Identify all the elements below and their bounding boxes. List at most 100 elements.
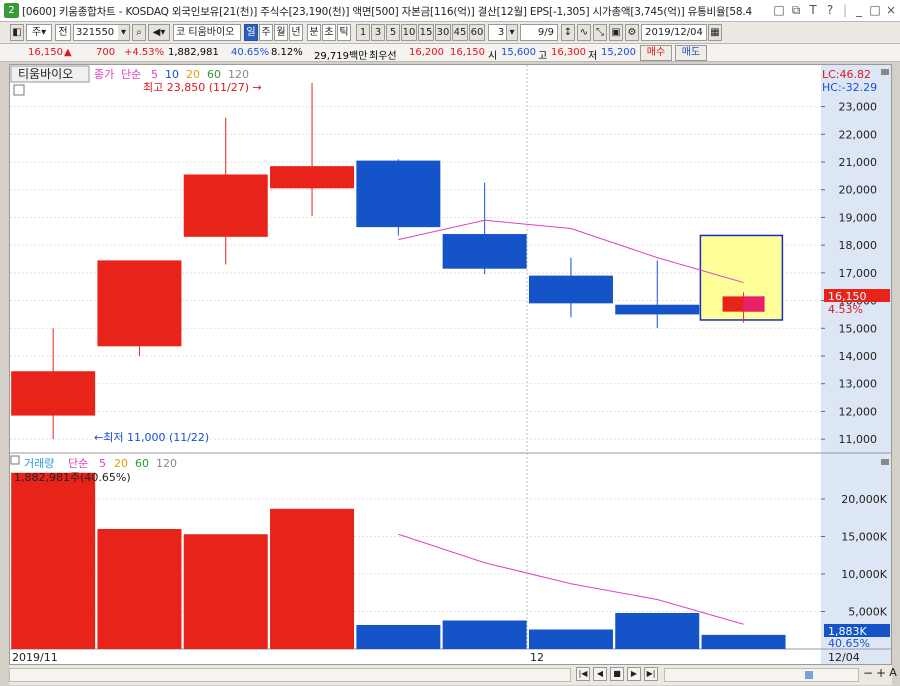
minimize-button[interactable]: _ xyxy=(852,3,866,18)
volume-legend-ma-label: 단순 xyxy=(68,457,88,470)
first-page-button[interactable]: |◀ xyxy=(576,667,590,681)
price-tick-label: 11,000 xyxy=(839,433,878,446)
market-prefix: 코 xyxy=(176,27,186,38)
price-tick-label: 18,000 xyxy=(839,239,878,252)
stock-code-value: 321550 xyxy=(76,27,115,38)
indicator-icon[interactable]: ⤡ xyxy=(593,24,607,41)
sell-button[interactable]: 매도 xyxy=(675,45,707,61)
low-price: 15,200 xyxy=(601,47,636,58)
prev-button[interactable]: ◀ xyxy=(593,667,607,681)
date-input[interactable]: 2019/12/04 xyxy=(641,24,707,41)
price-tick-label: 17,000 xyxy=(839,267,878,280)
chart-settings-icon[interactable]: ∿ xyxy=(577,24,591,41)
x-label-nov: 2019/11 xyxy=(12,651,58,664)
price-legend-ma5: 5 xyxy=(151,68,158,81)
stop-button[interactable]: ■ xyxy=(610,667,624,681)
price-legend-ma20: 20 xyxy=(186,68,200,81)
search-icon[interactable]: ⌕ xyxy=(132,24,146,41)
high-label: 고 xyxy=(538,51,548,62)
interval-15[interactable]: 15 xyxy=(418,24,434,41)
chart-canvas[interactable]: 23,000 22,000 21,000 20,000 19,000 18,000 17,0… xyxy=(10,65,891,664)
high-price: 16,300 xyxy=(551,47,586,58)
restore-icon[interactable]: □ xyxy=(772,3,786,18)
candle-body xyxy=(183,174,268,237)
candle-body xyxy=(615,304,700,315)
interval-30[interactable]: 30 xyxy=(435,24,451,41)
volume-legend-ma5: 5 xyxy=(99,457,106,470)
price-tick-label: 19,000 xyxy=(839,211,878,224)
price-change-pct: +4.53% xyxy=(124,47,165,58)
price-change: 700 xyxy=(96,47,116,58)
interval-3[interactable]: 3 xyxy=(371,24,385,41)
last-page-button[interactable]: ▶| xyxy=(644,667,658,681)
speaker-icon[interactable]: ◀▾ xyxy=(148,24,170,41)
zoom-slider[interactable] xyxy=(664,668,859,682)
separator-icon: | xyxy=(842,3,848,17)
chart-area[interactable]: 23,000 22,000 21,000 20,000 19,000 18,000 17,0… xyxy=(9,64,892,665)
price-legend-close: 종가 xyxy=(94,68,114,81)
interval-1[interactable]: 1 xyxy=(356,24,370,41)
volume-panel-icon[interactable] xyxy=(10,455,20,465)
interval-60[interactable]: 60 xyxy=(469,24,485,41)
close-button[interactable]: × xyxy=(884,3,898,18)
chevron-down-icon[interactable]: ▾ xyxy=(506,24,518,41)
x-label-date: 12/04 xyxy=(828,651,860,664)
volume-value-label: 1,882,981주(40.65%) xyxy=(14,471,131,484)
interval-45[interactable]: 45 xyxy=(452,24,468,41)
tab-second[interactable]: 초 xyxy=(322,24,336,41)
window-title: [0600] 키움종합차트 - KOSDAQ 외국인보유[21(천)] 주식수[… xyxy=(22,6,752,18)
tab-tick[interactable]: 틱 xyxy=(337,24,351,41)
zoom-slider-thumb[interactable] xyxy=(805,671,813,679)
price-tick-label: 21,000 xyxy=(839,156,878,169)
grid-toggle-icon[interactable] xyxy=(13,84,25,96)
horizontal-scrollbar[interactable] xyxy=(9,668,571,682)
scroll-icon[interactable]: ↕ xyxy=(561,24,575,41)
tab-year[interactable]: 년 xyxy=(289,24,303,41)
open-label: 시 xyxy=(488,51,498,62)
zoom-out-button[interactable]: − xyxy=(861,667,875,681)
interval-10[interactable]: 10 xyxy=(401,24,417,41)
chevron-down-icon[interactable]: ▾ xyxy=(118,24,130,41)
volume-tick-label: 15,000K xyxy=(841,531,887,544)
price-tick-label: 14,000 xyxy=(839,350,878,363)
toolbar: ◧ 주▾ 전 321550 ▾ ⌕ ◀▾ 코 티움바이오 일 주 월 년 분 초… xyxy=(0,22,900,44)
volume-bar xyxy=(11,472,96,649)
font-icon[interactable]: T xyxy=(806,3,820,18)
price-tick-label: 22,000 xyxy=(839,128,878,141)
open-price: 15,600 xyxy=(501,47,536,58)
help-icon[interactable]: ? xyxy=(823,3,837,18)
calendar-icon[interactable]: ▦ xyxy=(708,24,722,41)
volume-legend-ma120: 120 xyxy=(156,457,177,470)
maximize-button[interactable]: □ xyxy=(868,3,882,18)
lc-value: LC:46.82 xyxy=(822,68,871,81)
candle-body xyxy=(356,160,441,228)
auto-scale-button[interactable]: A xyxy=(886,667,900,681)
panel-collapse-icon[interactable] xyxy=(881,69,889,75)
tab-day[interactable]: 일 xyxy=(244,24,258,41)
volume-legend-ma60: 60 xyxy=(135,457,149,470)
price-tick-label: 12,000 xyxy=(839,405,878,418)
candle-body xyxy=(11,371,96,416)
tab-minute[interactable]: 분 xyxy=(307,24,321,41)
save-icon[interactable]: ▣ xyxy=(609,24,623,41)
current-price-tag-text: 16,150 xyxy=(828,290,867,303)
buy-button[interactable]: 매수 xyxy=(640,45,672,61)
period-select[interactable]: 주▾ xyxy=(26,24,52,41)
volume-bar xyxy=(356,625,441,649)
page-indicator: 9/9 xyxy=(520,24,558,41)
candle-body xyxy=(270,166,355,189)
panel-collapse-icon[interactable] xyxy=(881,459,889,465)
tab-month[interactable]: 월 xyxy=(274,24,288,41)
scroll-controls: |◀ ◀ ■ ▶ ▶| − + A xyxy=(9,665,897,685)
volume-bar xyxy=(97,529,182,649)
price-legend-name: 티움바이오 xyxy=(18,67,73,81)
interval-5[interactable]: 5 xyxy=(386,24,400,41)
tab-week[interactable]: 주 xyxy=(259,24,273,41)
layout-icon[interactable]: ◧ xyxy=(10,24,24,41)
gear-icon[interactable]: ⚙ xyxy=(625,24,639,41)
all-button[interactable]: 전 xyxy=(55,24,71,41)
volume: 1,882,981 xyxy=(168,47,219,58)
next-button[interactable]: ▶ xyxy=(627,667,641,681)
copy-icon[interactable]: ⧉ xyxy=(789,3,803,18)
window-number-badge: 2 xyxy=(4,3,19,18)
